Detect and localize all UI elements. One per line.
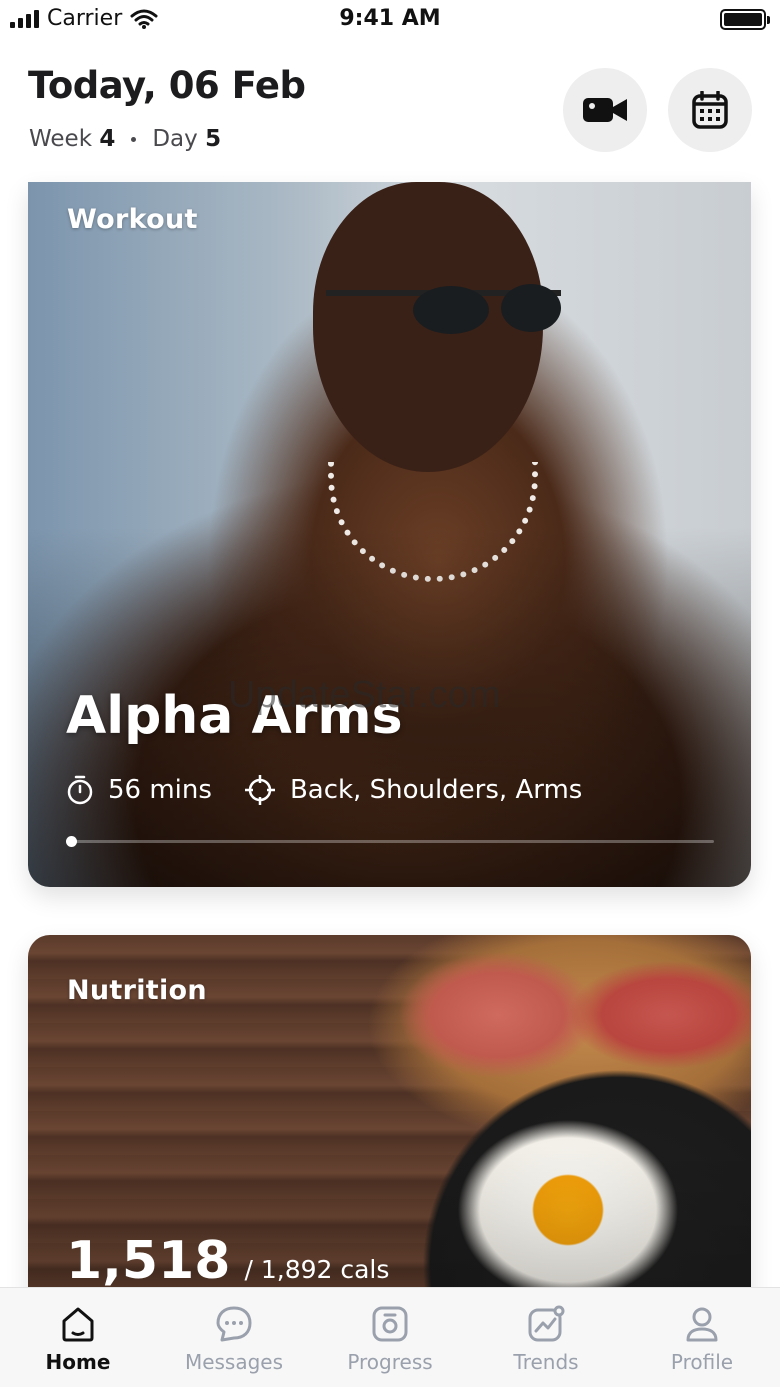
profile-icon [686,1307,718,1342]
status-bar: Carrier 9:41 AM [0,0,780,40]
tab-bar: Home Messages Progress Trends Profile [0,1287,780,1387]
video-call-button[interactable] [563,68,647,152]
focus-text: Back, Shoulders, Arms [289,775,583,805]
focus-item: Back, Shoulders, Arms [244,774,582,806]
status-time: 9:41 AM [339,6,441,31]
duration-text: 56 mins [108,775,212,805]
calories-target: / 1,892 cals [244,1255,390,1284]
week-day-indicator: Week 4 Day 5 [29,126,221,152]
page-title: Today, 06 Feb [28,64,306,107]
tab-profile-label: Profile [670,1350,734,1374]
nutrition-label: Nutrition [67,975,207,1006]
duration-item: 56 mins [66,775,212,805]
trend-icon [528,1305,565,1342]
calories-summary: 1,518 / 1,892 cals [66,1231,389,1291]
tab-trends-label: Trends [513,1350,579,1374]
tab-messages[interactable]: Messages [156,1288,312,1387]
calendar-icon [692,91,728,129]
tab-home-label: Home [45,1350,111,1374]
progress-knob [66,836,77,847]
sunglasses-graphic [326,284,561,334]
calendar-button[interactable] [668,68,752,152]
separator-dot [131,136,137,142]
workout-card[interactable]: Workout Alpha Arms UpdateStar.com 56 min… [28,182,751,887]
tab-progress[interactable]: Progress [312,1288,468,1387]
video-icon [583,98,627,122]
tab-home[interactable]: Home [0,1288,156,1387]
home-icon [62,1307,94,1342]
week-label: Week 4 [29,126,116,152]
tab-trends[interactable]: Trends [468,1288,624,1387]
calories-consumed: 1,518 [66,1231,231,1291]
workout-progress-bar [66,836,714,847]
day-label: Day 5 [152,126,222,152]
workout-label: Workout [67,204,198,235]
stopwatch-icon [67,775,93,805]
chat-icon [216,1306,252,1342]
battery-icon [720,9,770,30]
workout-meta: 56 mins Back, Shoulders, Arms [66,774,600,806]
tab-progress-label: Progress [347,1350,433,1374]
camera-icon [372,1306,408,1342]
watermark-text: UpdateStar.com [228,674,501,716]
tab-messages-label: Messages [184,1350,284,1374]
tab-profile[interactable]: Profile [624,1288,780,1387]
target-icon [244,775,275,805]
